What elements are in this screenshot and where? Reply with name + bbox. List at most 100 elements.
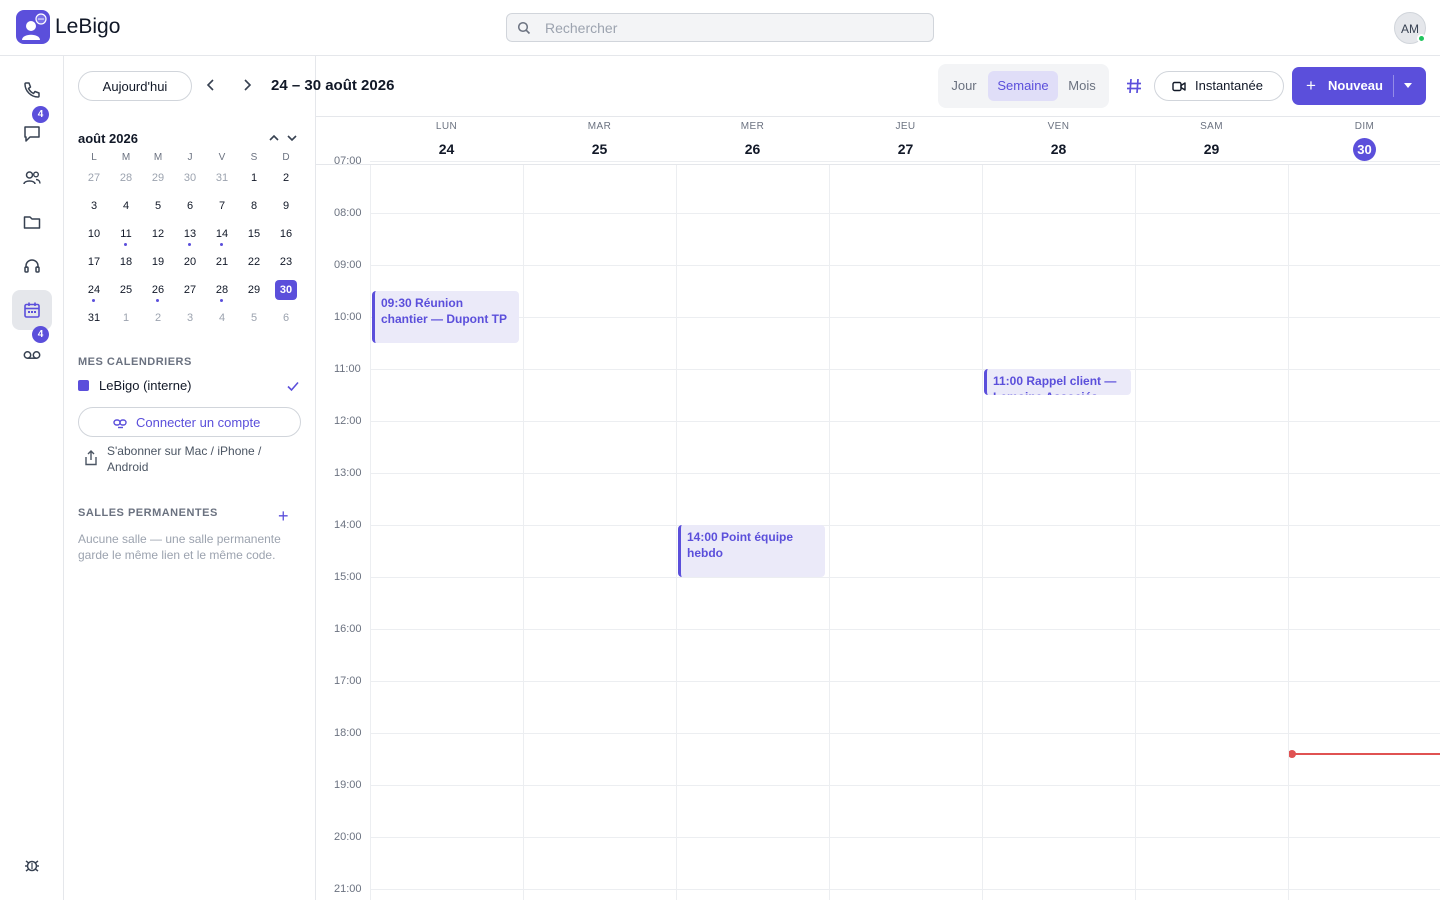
mini-calendar-day[interactable]: 3 [174, 306, 206, 334]
search-box[interactable] [506, 13, 934, 42]
mini-calendar-day[interactable]: 6 [270, 306, 302, 334]
event-indicator-dot [124, 243, 127, 246]
nav-contacts[interactable] [12, 158, 52, 198]
mini-calendar-day[interactable]: 20 [174, 250, 206, 278]
mini-calendar-day[interactable]: 27 [174, 278, 206, 306]
mini-weekday-label: M [121, 152, 131, 163]
mini-calendar-day[interactable]: 17 [78, 250, 110, 278]
nav-voicemail[interactable]: 4 [12, 326, 52, 374]
connect-account-button[interactable]: Connecter un compte [78, 407, 301, 437]
mini-calendar-day[interactable]: 2 [270, 166, 302, 194]
mini-calendar-day[interactable]: 5 [238, 306, 270, 334]
mini-calendar-day[interactable]: 6 [174, 194, 206, 222]
calendar-icon [24, 302, 40, 318]
mini-calendar-day[interactable]: 1 [110, 306, 142, 334]
view-month-tab[interactable]: Mois [1061, 71, 1103, 101]
calendar-event[interactable]: 11:00 Rappel client — Lemoine Associés [984, 369, 1131, 395]
mini-calendar-day[interactable]: 28 [206, 278, 238, 306]
mini-calendar-day[interactable]: 10 [78, 222, 110, 250]
instant-meeting-button[interactable]: Instantanée [1154, 71, 1284, 101]
chevron-left-icon[interactable] [203, 77, 219, 93]
mini-calendar-day[interactable]: 29 [238, 278, 270, 306]
mini-calendar-day[interactable]: 12 [142, 222, 174, 250]
mini-weekday-label: D [282, 152, 290, 163]
mini-calendar-day[interactable]: 24 [78, 278, 110, 306]
mini-calendar-day[interactable]: 5 [142, 194, 174, 222]
chevron-down-icon[interactable] [285, 131, 299, 145]
hashtag-icon[interactable] [1124, 76, 1144, 96]
mini-calendar-day[interactable]: 21 [206, 250, 238, 278]
mini-day-number: 22 [247, 256, 261, 268]
mini-calendar-day[interactable]: 27 [78, 166, 110, 194]
view-week-tab[interactable]: Semaine [988, 71, 1058, 101]
calendar-item[interactable]: LeBigo (interne) [78, 378, 302, 396]
mini-calendar-week: 27 28 29 30 31 1 2 [78, 166, 302, 194]
folder-icon [23, 216, 41, 229]
date-range-title: 24 – 30 août 2026 [271, 77, 395, 94]
day-header[interactable]: LUN 24 [370, 117, 523, 164]
instant-meeting-label: Instantanée [1195, 78, 1263, 93]
hour-gridline [370, 317, 1440, 318]
mini-calendar-day[interactable]: 7 [206, 194, 238, 222]
day-header[interactable]: SAM 29 [1135, 117, 1288, 164]
nav-files[interactable] [12, 202, 52, 242]
mini-calendar-day[interactable]: 16 [270, 222, 302, 250]
nav-calendar[interactable] [12, 290, 52, 330]
view-day-tab[interactable]: Jour [943, 71, 985, 101]
mini-calendar-day[interactable]: 19 [142, 250, 174, 278]
mini-calendar-day[interactable]: 26 [142, 278, 174, 306]
hour-label: 17:00 [334, 675, 362, 687]
chevron-right-icon[interactable] [239, 77, 255, 93]
today-button[interactable]: Aujourd'hui [78, 71, 192, 101]
hour-label: 12:00 [334, 415, 362, 427]
mini-calendar-day[interactable]: 14 [206, 222, 238, 250]
caret-down-icon[interactable] [1404, 83, 1412, 88]
mini-calendar-day[interactable]: 29 [142, 166, 174, 194]
day-header[interactable]: MAR 25 [523, 117, 676, 164]
day-header[interactable]: JEU 27 [829, 117, 982, 164]
mini-calendar-day[interactable]: 2 [142, 306, 174, 334]
add-room-button[interactable]: + [278, 506, 289, 527]
mini-calendar-day[interactable]: 11 [110, 222, 142, 250]
mini-calendar-day[interactable]: 22 [238, 250, 270, 278]
app-logo-icon[interactable] [16, 10, 50, 44]
nav-debug[interactable] [12, 846, 52, 886]
search-input[interactable] [545, 18, 925, 38]
mini-calendar-day[interactable]: 25 [110, 278, 142, 306]
mini-calendar-day[interactable]: 28 [110, 166, 142, 194]
new-event-button[interactable]: + Nouveau [1292, 67, 1426, 105]
checkmark-icon[interactable] [286, 379, 300, 393]
day-header-date-number: 28 [1050, 141, 1067, 157]
week-grid[interactable]: 07:00 08:00 09:00 10:00 11:00 12:00 13:00 14:00… [316, 155, 1440, 900]
nav-phone[interactable] [12, 70, 52, 110]
mini-day-number: 28 [119, 172, 133, 184]
mini-calendar-day[interactable]: 23 [270, 250, 302, 278]
mini-calendar-day[interactable]: 8 [238, 194, 270, 222]
calendar-side-panel: Aujourd'hui août 2026 LMMJVSD 27 28 29 30 31… [64, 56, 316, 900]
day-header[interactable]: DIM 30 [1288, 117, 1440, 164]
app-nav-rail: 4 4 [0, 56, 64, 900]
calendar-event[interactable]: 14:00 Point équipe hebdo [678, 525, 825, 577]
day-header[interactable]: VEN 28 [982, 117, 1135, 164]
mini-calendar-day[interactable]: 4 [110, 194, 142, 222]
mini-calendar-day[interactable]: 18 [110, 250, 142, 278]
mini-calendar-weekdays: LMMJVSD [78, 152, 302, 166]
chevron-up-icon[interactable] [267, 131, 281, 145]
day-header-date-number: 27 [897, 141, 914, 157]
mini-calendar-day[interactable]: 1 [238, 166, 270, 194]
day-header[interactable]: MER 26 [676, 117, 829, 164]
mini-calendar-day[interactable]: 3 [78, 194, 110, 222]
mini-day-number: 16 [279, 228, 293, 240]
nav-support[interactable] [12, 246, 52, 286]
calendar-event[interactable]: 09:30 Réunion chantier — Dupont TP [372, 291, 519, 343]
nav-messages[interactable]: 4 [12, 106, 52, 154]
mini-calendar-day[interactable]: 9 [270, 194, 302, 222]
current-time-line [1290, 753, 1440, 755]
mini-calendar-day[interactable]: 31 [206, 166, 238, 194]
mini-calendar-day[interactable]: 30 [174, 166, 206, 194]
mini-calendar-day[interactable]: 15 [238, 222, 270, 250]
mini-calendar-day[interactable]: 31 [78, 306, 110, 334]
mini-calendar-day[interactable]: 13 [174, 222, 206, 250]
mini-calendar-day[interactable]: 30 [270, 278, 302, 306]
mini-calendar-day[interactable]: 4 [206, 306, 238, 334]
